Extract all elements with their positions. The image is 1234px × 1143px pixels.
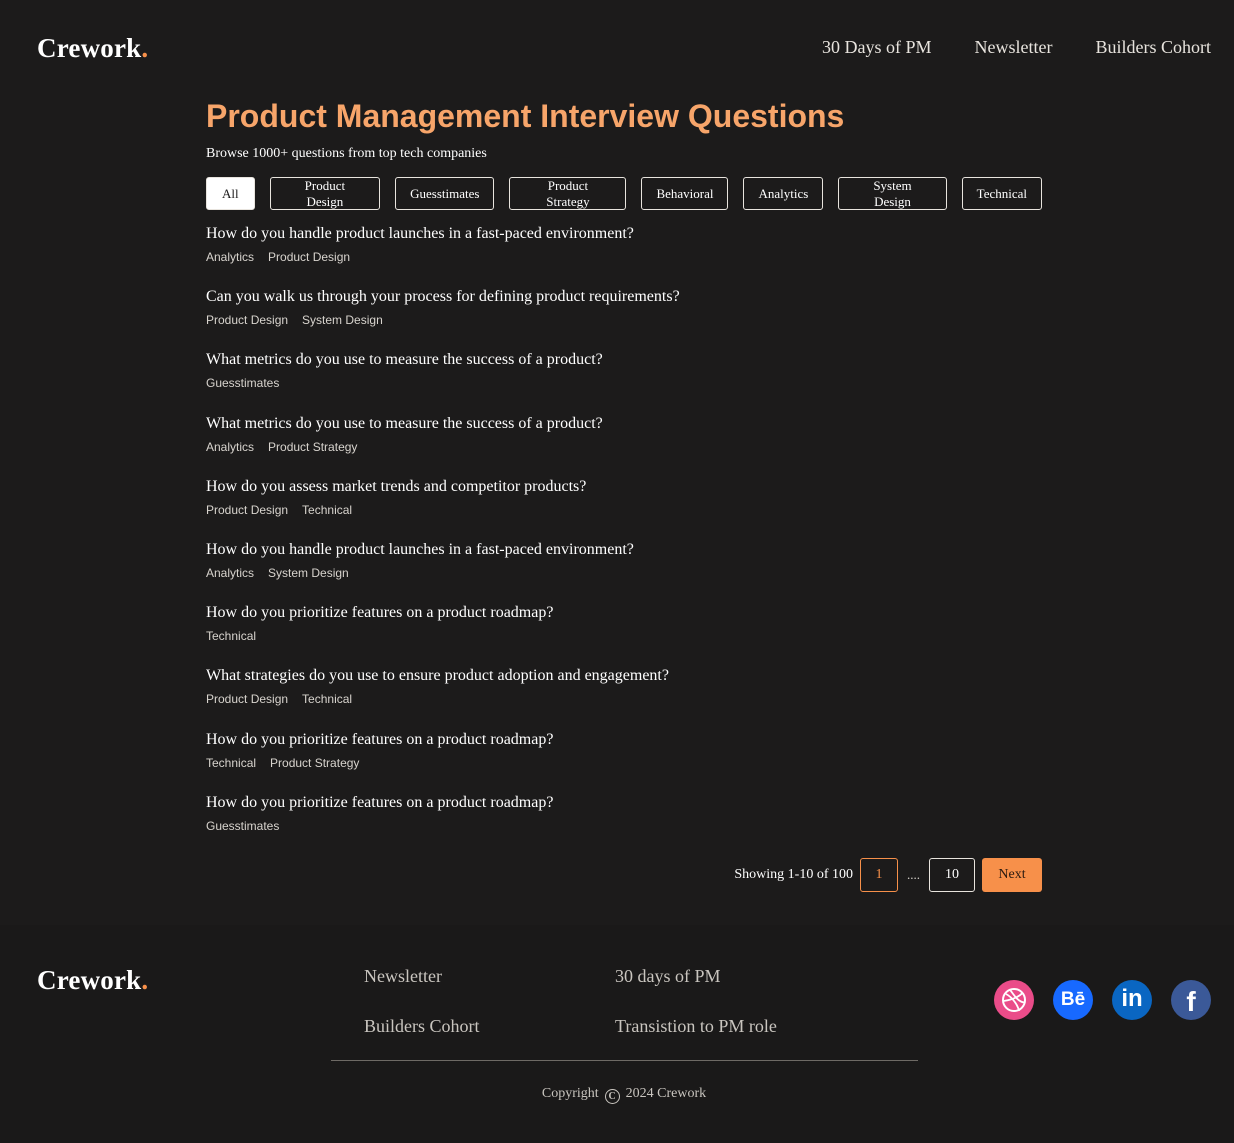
behance-icon[interactable]: Bē: [1053, 980, 1093, 1020]
question-item: What strategies do you use to ensure pro…: [206, 666, 1042, 729]
question-item: How do you assess market trends and comp…: [206, 477, 1042, 540]
filter-product-strategy[interactable]: Product Strategy: [509, 177, 627, 210]
copyright-icon: C: [604, 1089, 620, 1104]
question-tag[interactable]: Technical: [302, 503, 352, 517]
question-tag[interactable]: Product Design: [268, 250, 350, 264]
footer-links-col-1: Newsletter Builders Cohort: [364, 965, 480, 1037]
question-title[interactable]: Can you walk us through your process for…: [206, 287, 680, 307]
footer-links-col-2: 30 days of PM Transistion to PM role: [615, 965, 777, 1037]
question-tag[interactable]: Product Design: [206, 503, 288, 517]
question-tags: Analytics Product Strategy: [206, 440, 1042, 454]
footer: Crework. Newsletter Builders Cohort 30 d…: [0, 925, 1234, 1143]
question-item: How do you prioritize features on a prod…: [206, 603, 1042, 666]
question-item: How do you handle product launches in a …: [206, 540, 1042, 603]
question-tags: Guesstimates: [206, 819, 1042, 833]
nav-newsletter[interactable]: Newsletter: [975, 37, 1053, 58]
main-content: Product Management Interview Questions B…: [206, 96, 1042, 856]
facebook-icon[interactable]: f: [1171, 980, 1211, 1020]
copyright: Copyright C 2024 Crework: [0, 1086, 1234, 1104]
question-title[interactable]: How do you handle product launches in a …: [206, 540, 634, 560]
page-10-button[interactable]: 10: [929, 858, 975, 892]
question-title[interactable]: What strategies do you use to ensure pro…: [206, 666, 669, 686]
question-item: How do you prioritize features on a prod…: [206, 730, 1042, 793]
filter-guesstimates[interactable]: Guesstimates: [395, 177, 495, 210]
facebook-glyph: f: [1186, 986, 1196, 1017]
question-title[interactable]: What metrics do you use to measure the s…: [206, 414, 603, 434]
question-tag[interactable]: Analytics: [206, 440, 254, 454]
question-tag[interactable]: Analytics: [206, 250, 254, 264]
question-title[interactable]: How do you prioritize features on a prod…: [206, 730, 553, 750]
filter-system-design[interactable]: System Design: [838, 177, 947, 210]
question-item: What metrics do you use to measure the s…: [206, 414, 1042, 477]
filter-analytics[interactable]: Analytics: [743, 177, 824, 210]
top-nav: 30 Days of PM Newsletter Builders Cohort: [822, 37, 1211, 58]
question-item: What metrics do you use to measure the s…: [206, 350, 1042, 413]
question-tag[interactable]: Analytics: [206, 566, 254, 580]
logo-text: Crework: [37, 33, 142, 63]
question-item: How do you handle product launches in a …: [206, 224, 1042, 287]
filter-technical[interactable]: Technical: [961, 177, 1042, 210]
page-subtitle: Browse 1000+ questions from top tech com…: [206, 146, 487, 161]
question-title[interactable]: How do you prioritize features on a prod…: [206, 793, 553, 813]
next-page-button[interactable]: Next: [982, 858, 1042, 892]
question-tag[interactable]: Guesstimates: [206, 376, 279, 390]
behance-glyph: Bē: [1060, 989, 1086, 1010]
copyright-prefix: Copyright: [541, 1086, 599, 1101]
nav-30-days-of-pm[interactable]: 30 Days of PM: [822, 37, 932, 58]
question-tag[interactable]: System Design: [302, 313, 383, 327]
filter-product-design[interactable]: Product Design: [269, 177, 381, 210]
question-title[interactable]: What metrics do you use to measure the s…: [206, 350, 603, 370]
question-tags: Product Design System Design: [206, 313, 1042, 327]
filter-all[interactable]: All: [206, 177, 255, 210]
nav-builders-cohort[interactable]: Builders Cohort: [1096, 37, 1212, 58]
filter-bar: All Product Design Guesstimates Product …: [206, 177, 1042, 210]
copyright-suffix: 2024 Crework: [625, 1086, 707, 1101]
question-item: How do you prioritize features on a prod…: [206, 793, 1042, 856]
question-tags: Technical Product Strategy: [206, 756, 1042, 770]
question-tag[interactable]: System Design: [268, 566, 349, 580]
pagination-ellipsis: ....: [907, 867, 920, 882]
footer-logo[interactable]: Crework.: [37, 965, 148, 996]
pagination: Showing 1-10 of 100 1 .... 10 Next: [734, 858, 1042, 892]
question-tags: Analytics System Design: [206, 566, 1042, 580]
question-tags: Product Design Technical: [206, 503, 1042, 517]
question-tags: Technical: [206, 629, 1042, 643]
footer-link-builders-cohort[interactable]: Builders Cohort: [364, 1015, 480, 1037]
social-links: Bē in f: [994, 980, 1211, 1020]
question-tag[interactable]: Technical: [206, 756, 256, 770]
footer-divider: [331, 1060, 918, 1061]
pagination-summary: Showing 1-10 of 100: [734, 867, 853, 882]
question-tags: Product Design Technical: [206, 692, 1042, 706]
question-tag[interactable]: Technical: [302, 692, 352, 706]
filter-behavioral[interactable]: Behavioral: [641, 177, 729, 210]
question-list: How do you handle product launches in a …: [206, 224, 1042, 856]
footer-link-transition-to-pm[interactable]: Transistion to PM role: [615, 1015, 777, 1037]
question-tag[interactable]: Guesstimates: [206, 819, 279, 833]
logo[interactable]: Crework.: [37, 33, 148, 64]
dribbble-icon[interactable]: [994, 980, 1034, 1020]
question-tag[interactable]: Technical: [206, 629, 256, 643]
logo-dot: .: [141, 33, 149, 63]
page-title: Product Management Interview Questions: [206, 98, 845, 134]
question-tags: Analytics Product Design: [206, 250, 1042, 264]
footer-link-30-days-of-pm[interactable]: 30 days of PM: [615, 965, 777, 987]
question-tag[interactable]: Product Design: [206, 313, 288, 327]
question-tag[interactable]: Product Design: [206, 692, 288, 706]
page-1-button[interactable]: 1: [860, 858, 898, 892]
question-title[interactable]: How do you handle product launches in a …: [206, 224, 634, 244]
question-tags: Guesstimates: [206, 376, 1042, 390]
question-tag[interactable]: Product Strategy: [270, 756, 359, 770]
footer-logo-dot: .: [141, 965, 149, 995]
question-tag[interactable]: Product Strategy: [268, 440, 357, 454]
question-title[interactable]: How do you assess market trends and comp…: [206, 477, 586, 497]
question-item: Can you walk us through your process for…: [206, 287, 1042, 350]
linkedin-icon[interactable]: in: [1112, 980, 1152, 1020]
question-title[interactable]: How do you prioritize features on a prod…: [206, 603, 553, 623]
footer-link-newsletter[interactable]: Newsletter: [364, 965, 480, 987]
linkedin-glyph: in: [1121, 985, 1143, 1012]
footer-logo-text: Crework: [37, 965, 142, 995]
